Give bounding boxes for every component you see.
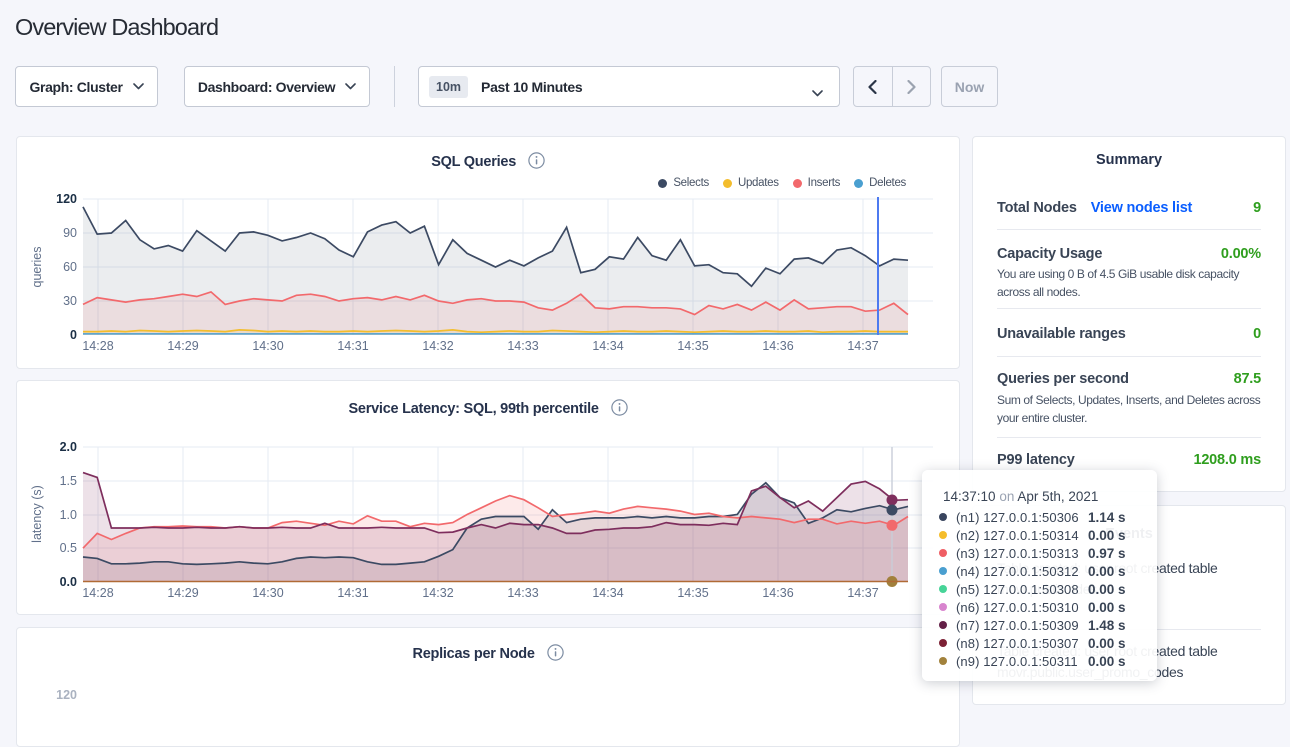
svg-text:0.0: 0.0 bbox=[60, 575, 77, 589]
svg-text:14:34: 14:34 bbox=[592, 339, 623, 353]
svg-text:14:37: 14:37 bbox=[847, 586, 878, 600]
svg-text:14:29: 14:29 bbox=[167, 586, 198, 600]
svg-text:1.0: 1.0 bbox=[60, 508, 77, 522]
svg-text:14:32: 14:32 bbox=[422, 339, 453, 353]
svg-text:14:32: 14:32 bbox=[422, 586, 453, 600]
svg-text:14:36: 14:36 bbox=[762, 339, 793, 353]
svg-text:2.0: 2.0 bbox=[60, 440, 77, 454]
svg-text:14:31: 14:31 bbox=[337, 339, 368, 353]
svg-text:14:37: 14:37 bbox=[847, 339, 878, 353]
svg-text:0: 0 bbox=[70, 328, 77, 342]
svg-text:30: 30 bbox=[63, 294, 77, 308]
svg-text:14:33: 14:33 bbox=[507, 586, 538, 600]
svg-text:queries: queries bbox=[30, 247, 44, 288]
svg-text:60: 60 bbox=[63, 260, 77, 274]
svg-text:14:30: 14:30 bbox=[252, 339, 283, 353]
svg-text:1.5: 1.5 bbox=[60, 474, 77, 488]
svg-text:14:33: 14:33 bbox=[507, 339, 538, 353]
svg-text:14:28: 14:28 bbox=[82, 586, 113, 600]
svg-text:14:29: 14:29 bbox=[167, 339, 198, 353]
svg-text:120: 120 bbox=[56, 192, 77, 206]
svg-text:90: 90 bbox=[63, 226, 77, 240]
svg-text:14:36: 14:36 bbox=[762, 586, 793, 600]
svg-text:latency (s): latency (s) bbox=[30, 485, 44, 543]
svg-text:0.5: 0.5 bbox=[60, 541, 77, 555]
svg-text:14:34: 14:34 bbox=[592, 586, 623, 600]
svg-text:14:28: 14:28 bbox=[82, 339, 113, 353]
svg-text:14:35: 14:35 bbox=[677, 339, 708, 353]
svg-text:14:35: 14:35 bbox=[677, 586, 708, 600]
svg-text:14:30: 14:30 bbox=[252, 586, 283, 600]
svg-text:14:31: 14:31 bbox=[337, 586, 368, 600]
